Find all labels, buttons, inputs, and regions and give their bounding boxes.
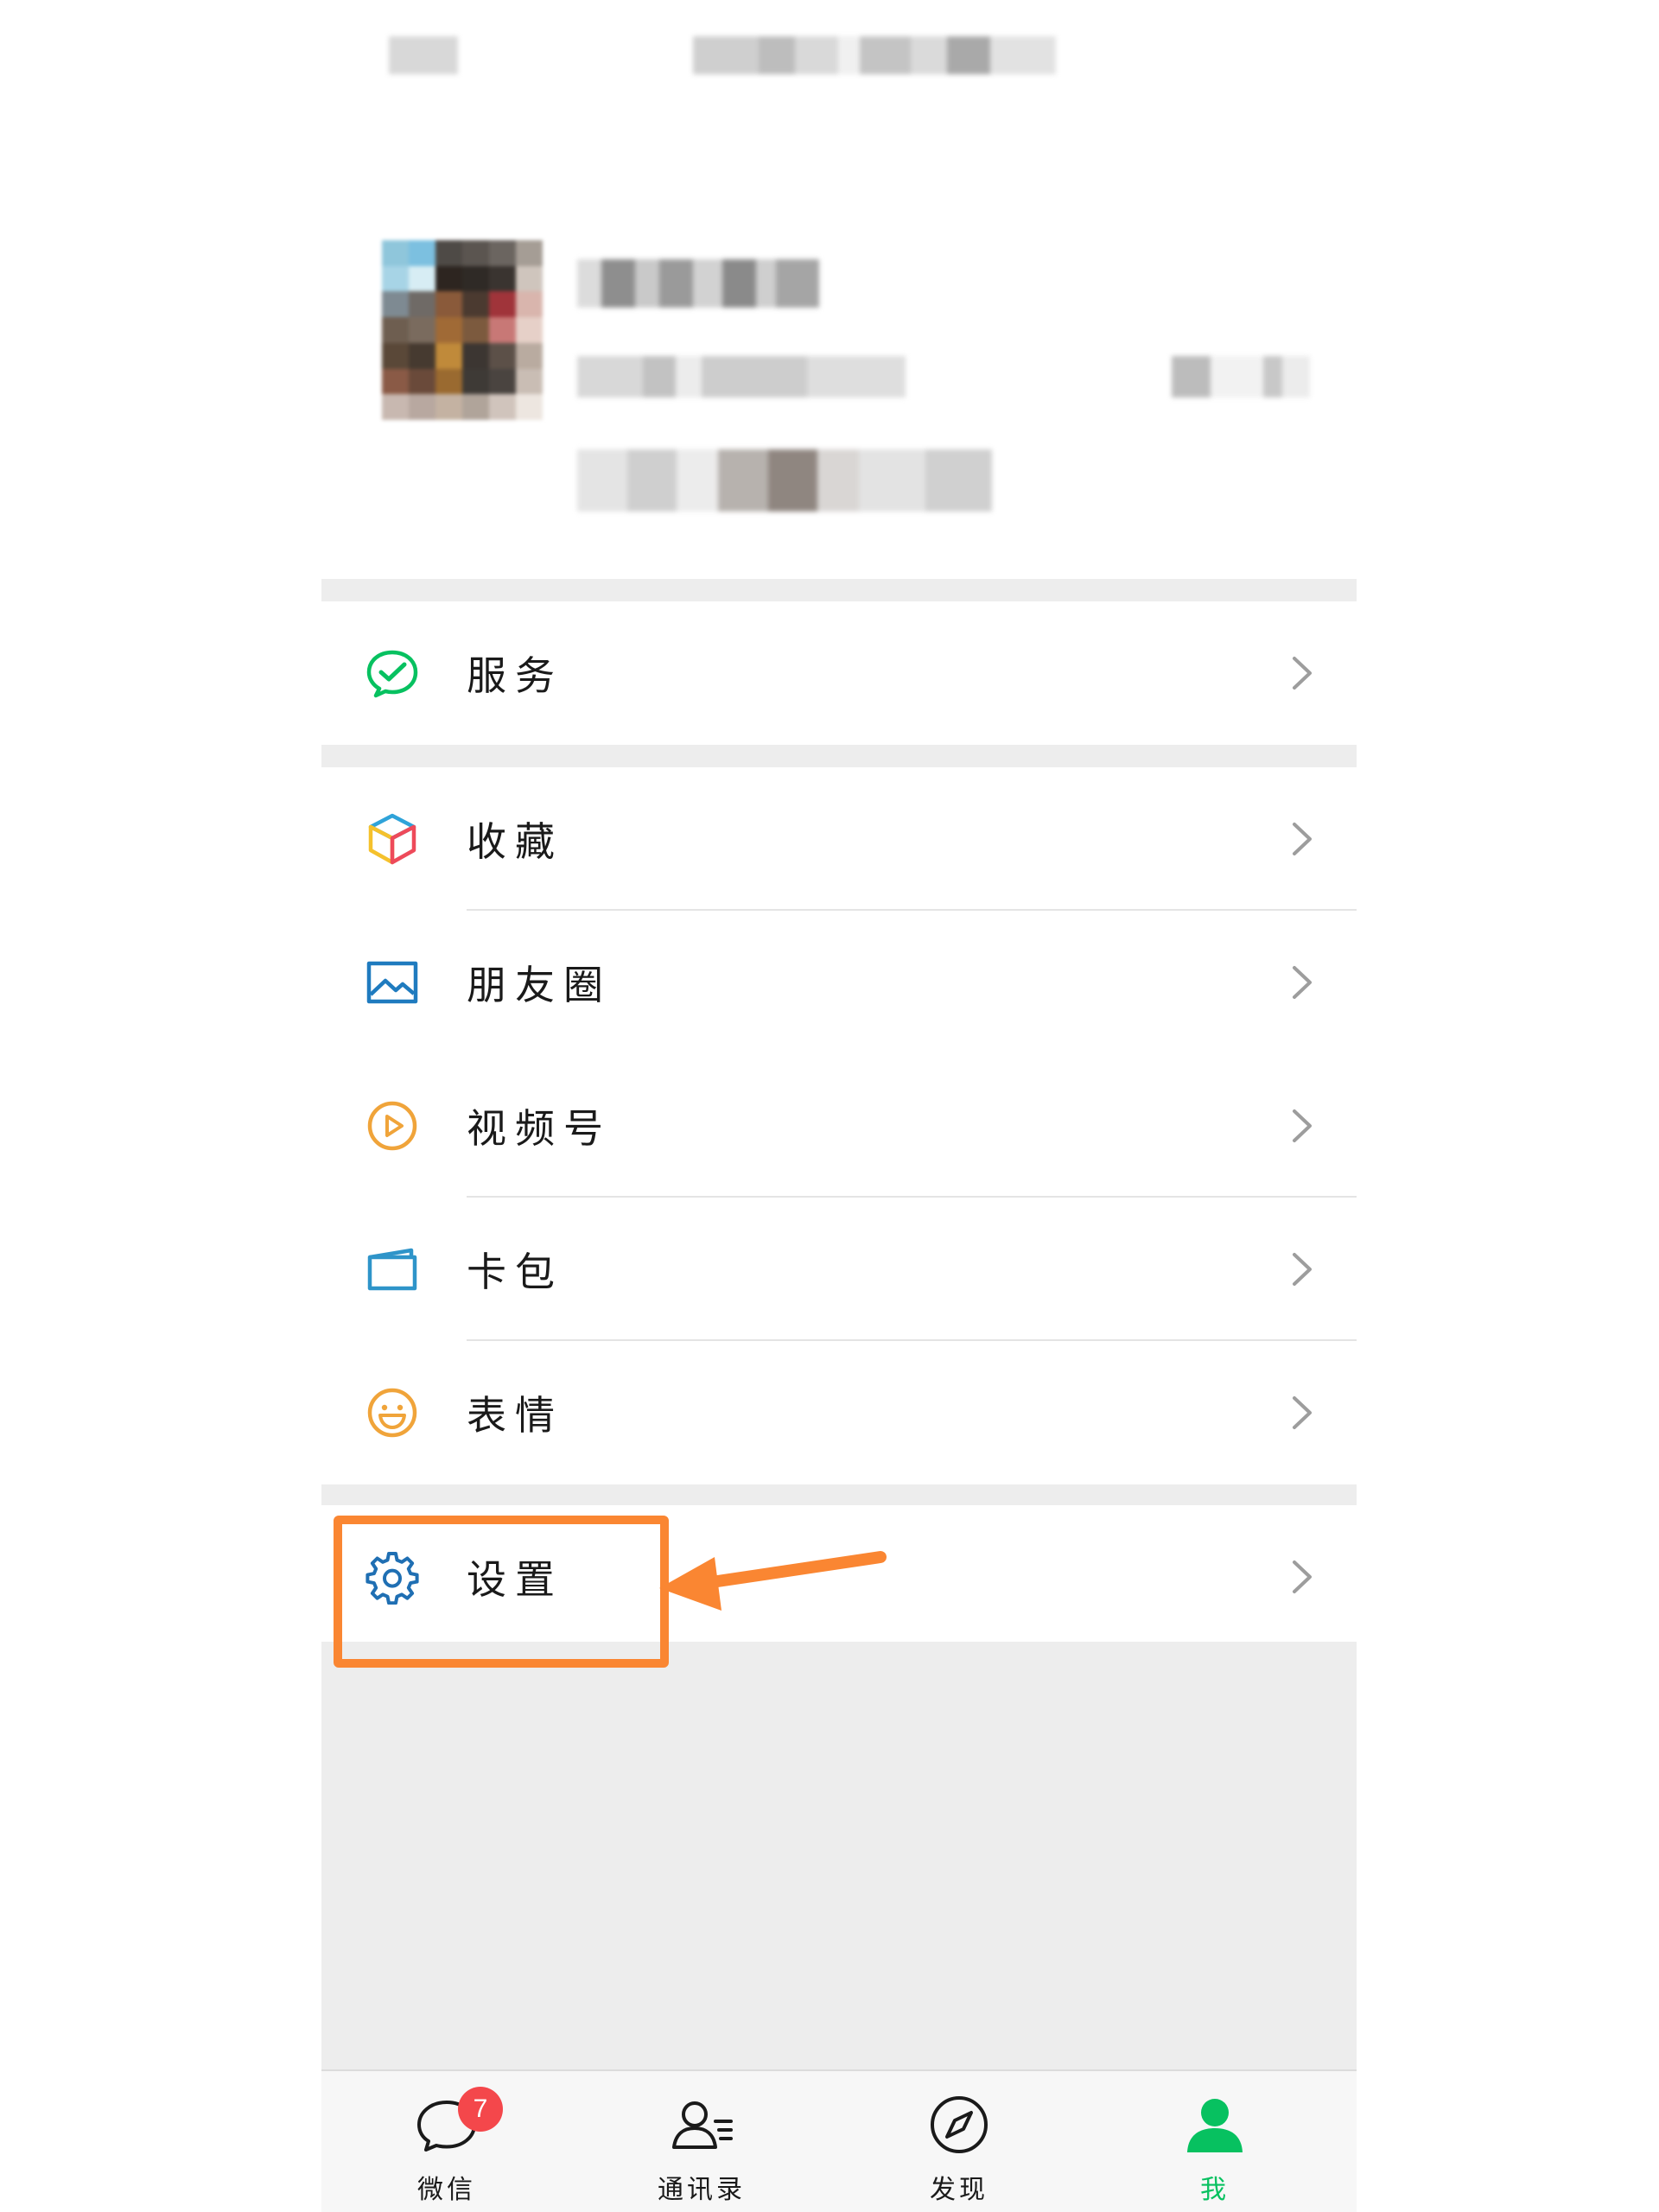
menu-label-channels: 视频号 [467, 1105, 612, 1152]
smiley-icon [365, 1385, 420, 1440]
menu-row-card-wallet[interactable]: 卡包 [321, 1198, 1357, 1341]
group-gap [321, 579, 1357, 601]
menu-row-services[interactable]: 服务 [321, 601, 1357, 745]
chevron-right-icon [1293, 1396, 1312, 1429]
chevron-right-icon [1293, 966, 1312, 999]
tab-chats[interactable]: 7 微信 [360, 2071, 533, 2212]
chevron-right-icon [1293, 823, 1312, 855]
cube-icon [365, 811, 420, 867]
nickname-blurred [577, 259, 819, 308]
card-wallet-icon [365, 1242, 420, 1297]
group-gap [321, 1484, 1357, 1505]
tab-discover[interactable]: 发现 [873, 2071, 1046, 2212]
bottom-tab-bar: 7 微信 通讯录 发现 我 [321, 2069, 1357, 2212]
unread-badge: 7 [458, 2087, 503, 2132]
person-icon [1187, 2099, 1243, 2152]
qr-code-shortcut-blurred[interactable] [1172, 356, 1310, 397]
contacts-icon [672, 2101, 733, 2149]
chevron-right-icon [1293, 657, 1312, 690]
status-bar-right [693, 36, 1056, 74]
tab-label-contacts: 通讯录 [658, 2175, 746, 2205]
wechat-me-screen: 服务 收藏 朋友圈 视频号 卡包 表情 设置 7 微信 通讯录 发现 我 [321, 0, 1357, 2212]
compass-icon [931, 2096, 988, 2153]
arrow-left-icon [659, 1551, 887, 1611]
menu-label-stickers: 表情 [467, 1392, 563, 1439]
chevron-right-icon [1293, 1253, 1312, 1286]
wechat-pay-icon [365, 645, 420, 701]
image-icon [365, 955, 420, 1010]
menu-row-moments[interactable]: 朋友圈 [321, 911, 1357, 1054]
menu-label-moments: 朋友圈 [467, 962, 612, 1008]
empty-area [321, 1642, 1357, 2069]
chevron-right-icon [1293, 1560, 1312, 1593]
tab-label-chats: 微信 [417, 2175, 476, 2205]
settings-highlight-box [334, 1516, 669, 1668]
chevron-right-icon [1293, 1109, 1312, 1142]
menu-label-favorites: 收藏 [467, 818, 563, 865]
avatar[interactable] [382, 240, 543, 420]
tab-label-me: 我 [1200, 2175, 1230, 2205]
group-gap [321, 745, 1357, 767]
menu-row-favorites[interactable]: 收藏 [321, 767, 1357, 911]
status-bubble-blurred[interactable] [577, 449, 992, 512]
menu-label-services: 服务 [467, 652, 563, 699]
tab-contacts[interactable]: 通讯录 [615, 2071, 788, 2212]
play-icon [365, 1098, 420, 1154]
tab-me[interactable]: 我 [1128, 2071, 1301, 2212]
wechat-id-blurred [577, 356, 906, 397]
menu-label-card-wallet: 卡包 [467, 1249, 563, 1295]
menu-row-stickers[interactable]: 表情 [321, 1341, 1357, 1484]
status-bar [389, 36, 458, 74]
menu-row-channels[interactable]: 视频号 [321, 1054, 1357, 1198]
tab-label-discover: 发现 [930, 2175, 988, 2205]
